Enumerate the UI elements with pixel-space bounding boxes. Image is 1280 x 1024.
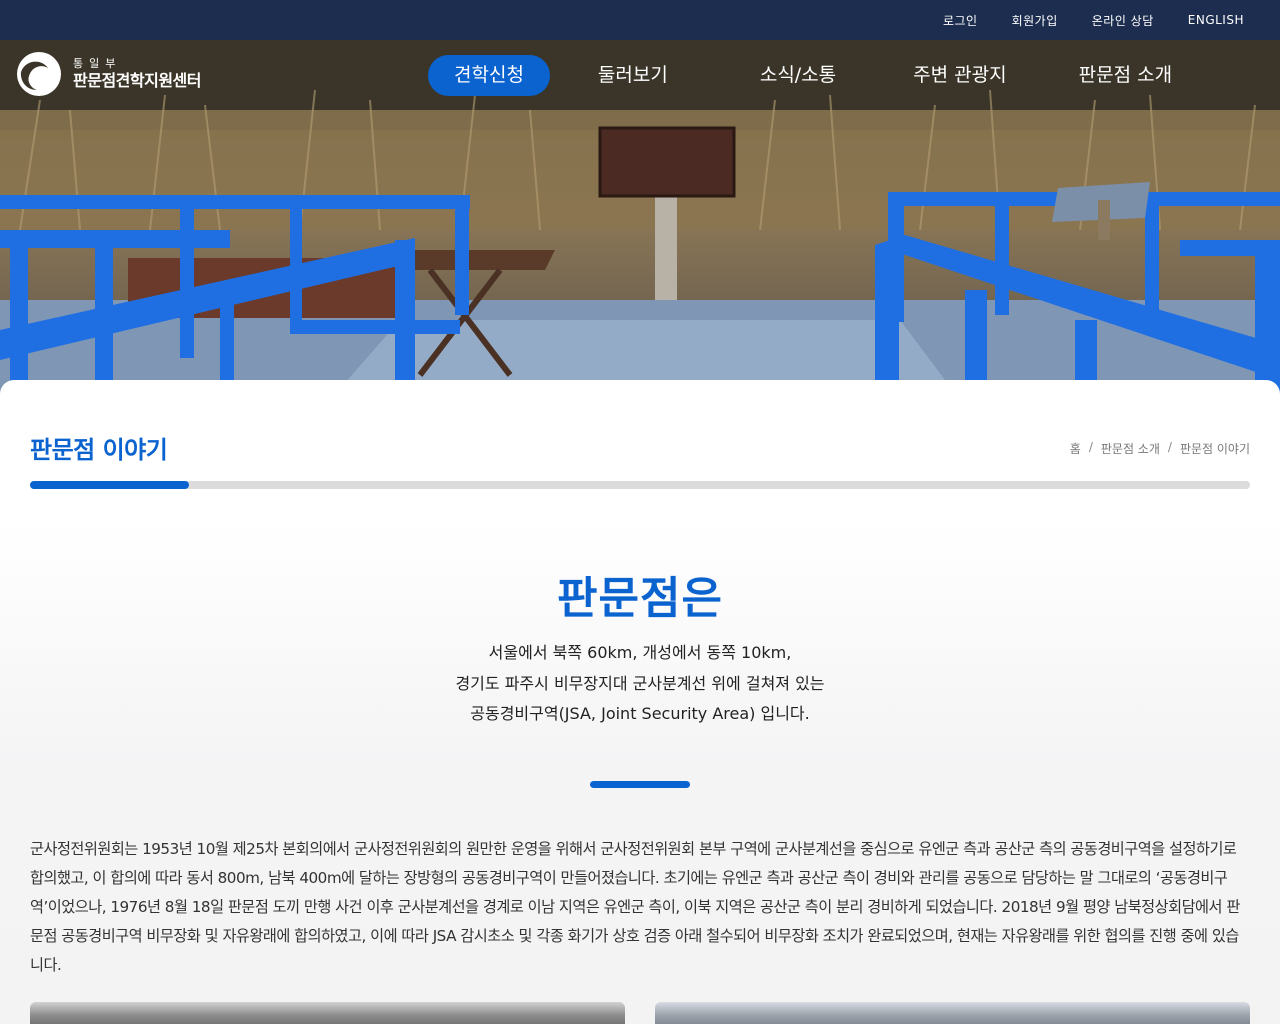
nav-item-tour-application[interactable]: 견학신청 bbox=[428, 55, 550, 96]
intro-heading: 판문점은 bbox=[557, 573, 723, 624]
breadcrumb-panmunjom-intro[interactable]: 판문점 소개 bbox=[1101, 440, 1160, 457]
breadcrumb: 홈 / 판문점 소개 / 판문점 이야기 bbox=[1070, 440, 1250, 457]
english-link[interactable]: ENGLISH bbox=[1188, 13, 1244, 27]
section-progress-fill bbox=[30, 481, 189, 489]
hero-banner: 로그인 회원가입 온라인 상담 ENGLISH 통일부 판문점견학지원센터 견학… bbox=[0, 0, 1280, 400]
nav-item-news[interactable]: 소식/소통 bbox=[734, 55, 862, 96]
section-progress-track bbox=[30, 481, 1250, 489]
page-title: 판문점 이야기 bbox=[30, 436, 168, 464]
nav-item-look-around[interactable]: 둘러보기 bbox=[572, 55, 694, 96]
logo-ministry-name: 통일부 bbox=[73, 57, 122, 70]
breadcrumb-current: 판문점 이야기 bbox=[1179, 442, 1250, 456]
content-area: 판문점 이야기 홈 / 판문점 소개 / 판문점 이야기 판문점은 서울에서 북… bbox=[0, 380, 1280, 1024]
login-link[interactable]: 로그인 bbox=[943, 12, 978, 29]
nav-item-panmunjom-intro[interactable]: 판문점 소개 bbox=[1053, 55, 1198, 96]
section-divider bbox=[590, 781, 690, 788]
main-navigation: 견학신청 둘러보기 소식/소통 주변 관광지 판문점 소개 bbox=[428, 55, 1198, 96]
utility-links: 로그인 회원가입 온라인 상담 ENGLISH bbox=[943, 0, 1244, 40]
history-paragraph: 군사정전위원회는 1953년 10월 제25차 본회의에서 군사정전위원회의 원… bbox=[30, 840, 1240, 974]
nav-item-nearby-attractions[interactable]: 주변 관광지 bbox=[887, 55, 1032, 96]
online-consult-link[interactable]: 온라인 상담 bbox=[1092, 12, 1154, 29]
top-utility-bar: 로그인 회원가입 온라인 상담 ENGLISH bbox=[0, 0, 1280, 40]
intro-line: 서울에서 북쪽 60km, 개성에서 동쪽 10km, bbox=[488, 643, 792, 662]
breadcrumb-home[interactable]: 홈 bbox=[1070, 440, 1081, 457]
site-logo[interactable]: 통일부 판문점견학지원센터 bbox=[15, 50, 201, 98]
intro-text: 서울에서 북쪽 60km, 개성에서 동쪽 10km, 경기도 파주시 비무장지… bbox=[0, 638, 1280, 730]
government-emblem-icon bbox=[17, 52, 61, 96]
logo-site-name: 판문점견학지원센터 bbox=[73, 71, 201, 90]
intro-line: 경기도 파주시 비무장지대 군사분계선 위에 걸쳐져 있는 bbox=[455, 673, 825, 693]
landscape-photo-right bbox=[655, 1002, 1250, 1024]
breadcrumb-separator: / bbox=[1088, 440, 1093, 454]
intro-line: 공동경비구역(JSA, Joint Security Area) 입니다. bbox=[470, 704, 810, 723]
signup-link[interactable]: 회원가입 bbox=[1012, 12, 1058, 29]
historic-photo-left bbox=[30, 1002, 625, 1024]
breadcrumb-separator: / bbox=[1167, 440, 1172, 454]
